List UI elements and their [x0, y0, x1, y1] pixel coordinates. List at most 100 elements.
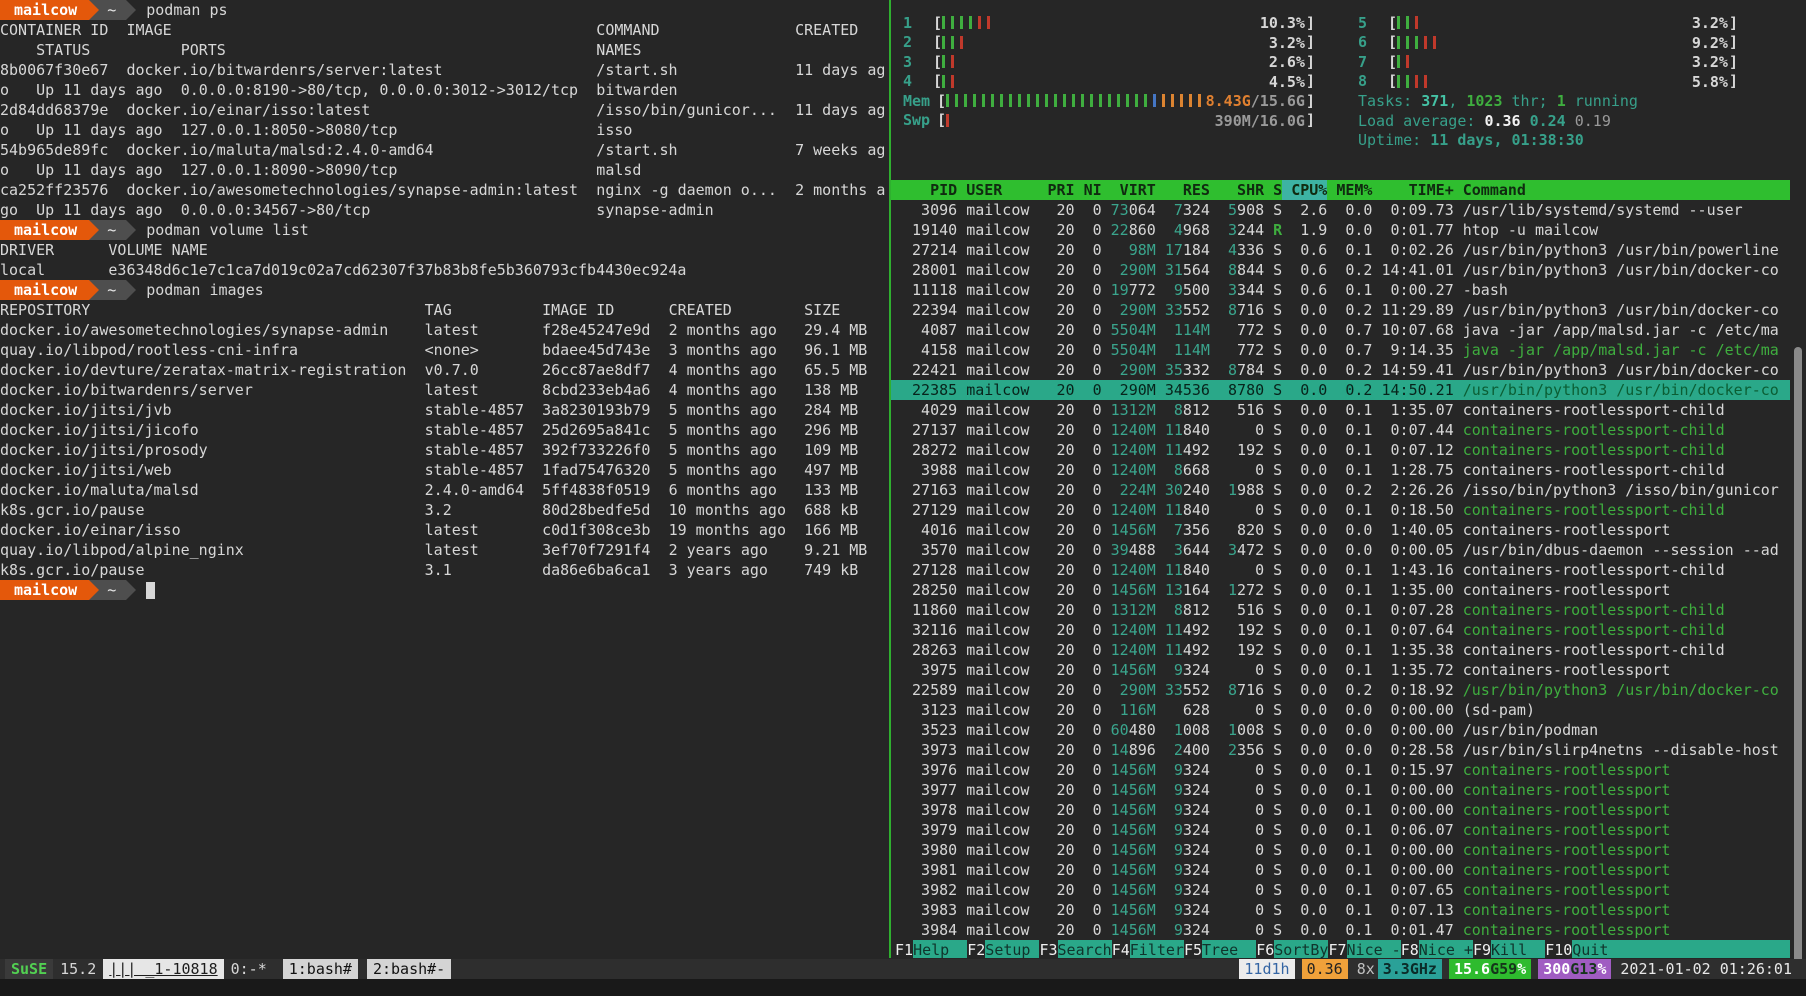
fkey-f7[interactable]: F7Nice -	[1328, 940, 1400, 958]
process-row[interactable]: 22589mailcow200290M335528716S0.00.20:18.…	[891, 680, 1790, 700]
cpu-meter-value: 10.3%	[1260, 13, 1305, 33]
process-row[interactable]: 3523mailcow2006048010081008S0.00.00:00.0…	[891, 720, 1790, 740]
process-row[interactable]: 28001mailcow200290M315648844S0.60.214:41…	[891, 260, 1790, 280]
process-row[interactable]: 3978mailcow2001456M93240S0.00.10:00.00co…	[891, 800, 1790, 820]
terminal-text: quay.io/libpod/alpine_nginx	[0, 540, 244, 560]
swap-meter-label: Swp	[903, 110, 937, 130]
terminal-text: docker.io/jitsi/jvb	[0, 400, 172, 420]
fkey-f10[interactable]: F10Quit	[1545, 940, 1626, 958]
process-row[interactable]: 27128mailcow2001240M118400S0.00.11:43.16…	[891, 560, 1790, 580]
meter-bar-segment	[960, 36, 963, 49]
process-row[interactable]: 28272mailcow2001240M11492192S0.00.10:07.…	[891, 440, 1790, 460]
terminal-pane[interactable]: mailcow~podman psCONTAINER IDIMAGECOMMAN…	[0, 0, 888, 958]
fkey-f6[interactable]: F6SortBy	[1256, 940, 1328, 958]
process-row[interactable]: 27163mailcow200224M302401988S0.00.22:26.…	[891, 480, 1790, 500]
terminal-text: Up 11 days ago	[36, 120, 162, 140]
prompt-path-segment: ~	[99, 280, 126, 300]
column-header-virt[interactable]: VIRT	[1102, 180, 1156, 200]
column-header-s[interactable]: S	[1264, 180, 1282, 200]
process-row[interactable]: 3096mailcow2007306473245908S2.60.00:09.7…	[891, 200, 1790, 220]
process-row[interactable]: 3977mailcow2001456M93240S0.00.10:00.00co…	[891, 780, 1790, 800]
process-row[interactable]: 3983mailcow2001456M93240S0.00.10:07.13co…	[891, 900, 1790, 920]
process-row[interactable]: 4016mailcow2001456M7356820S0.00.01:40.05…	[891, 520, 1790, 540]
column-header-ni[interactable]: NI	[1075, 180, 1102, 200]
fkey-f2[interactable]: F2Setup	[967, 940, 1039, 958]
cpu-meter-8: 8[5.8%]	[1358, 72, 1738, 92]
process-row[interactable]: 3976mailcow2001456M93240S0.00.10:15.97co…	[891, 760, 1790, 780]
process-row[interactable]: 22385mailcow200290M345368780S0.00.214:50…	[891, 380, 1790, 400]
column-header-user[interactable]: USER	[957, 180, 1038, 200]
process-row[interactable]: 3570mailcow2003948836443472S0.00.00:00.0…	[891, 540, 1790, 560]
process-row[interactable]: 22394mailcow200290M335528716S0.00.211:29…	[891, 300, 1790, 320]
column-header-pri[interactable]: PRI	[1038, 180, 1074, 200]
terminal-text: /start.sh	[596, 60, 677, 80]
column-header-cpu[interactable]: CPU%	[1282, 180, 1327, 200]
terminal-text: /isso/bin/gunicor...	[596, 100, 777, 120]
column-header-command[interactable]: Command	[1454, 180, 1790, 200]
process-row[interactable]: 3975mailcow2001456M93240S0.00.11:35.72co…	[891, 660, 1790, 680]
meter-bar-segment	[946, 94, 949, 107]
htop-pane[interactable]: 1[10.3%]2[3.2%]3[2.6%]4[4.5%]Mem[8.43G/1…	[891, 0, 1790, 958]
process-row[interactable]: 4158mailcow2005504M114M772S0.00.79:14.35…	[891, 340, 1790, 360]
process-row[interactable]: 3973mailcow2001489624002356S0.00.00:28.5…	[891, 740, 1790, 760]
process-row[interactable]: 3980mailcow2001456M93240S0.00.10:00.00co…	[891, 840, 1790, 860]
process-row[interactable]: 28263mailcow2001240M11492192S0.00.11:35.…	[891, 640, 1790, 660]
fkey-number: F5	[1184, 940, 1202, 958]
process-row[interactable]: 32116mailcow2001240M11492192S0.00.10:07.…	[891, 620, 1790, 640]
process-row[interactable]: 3123mailcow200116M6280S0.00.00:00.00(sd-…	[891, 700, 1790, 720]
meter-bar-segment	[982, 94, 985, 107]
process-row[interactable]: 19140mailcow2002286049683244R1.90.00:01.…	[891, 220, 1790, 240]
process-row[interactable]: 11860mailcow2001312M8812516S0.00.10:07.2…	[891, 600, 1790, 620]
terminal-text: k8s.gcr.io/pause	[0, 560, 145, 580]
fkey-f4[interactable]: F4Filter	[1112, 940, 1184, 958]
fkey-f9[interactable]: F9Kill	[1473, 940, 1545, 958]
terminal-text: 3.2	[425, 500, 452, 520]
terminal-text: 497 MB	[804, 460, 858, 480]
text-cursor[interactable]	[146, 582, 155, 599]
terminal-text: SIZE	[804, 300, 840, 320]
column-header-shr[interactable]: SHR	[1210, 180, 1264, 200]
column-header-time[interactable]: TIME+	[1372, 180, 1453, 200]
cpu-meter-bar: 5.8%	[1397, 72, 1729, 92]
column-header-res[interactable]: RES	[1156, 180, 1210, 200]
fkey-f3[interactable]: F3Search	[1039, 940, 1111, 958]
terminal-text: docker.io/jitsi/prosody	[0, 440, 208, 460]
tmux-window-tab[interactable]: 1:bash#	[283, 959, 358, 979]
fkey-number: F8	[1401, 940, 1419, 958]
terminal-line: docker.io/bitwardenrs/serverlatest8cbd23…	[0, 380, 888, 400]
process-row[interactable]: 27137mailcow2001240M118400S0.00.10:07.44…	[891, 420, 1790, 440]
process-row[interactable]: 11118mailcow2001977295003344S0.60.10:00.…	[891, 280, 1790, 300]
column-header-pid[interactable]: PID	[903, 180, 957, 200]
process-row[interactable]: 28250mailcow2001456M131641272S0.00.11:35…	[891, 580, 1790, 600]
scrollbar[interactable]	[1794, 347, 1802, 977]
process-row[interactable]: 27214mailcow20098M171844336S0.60.10:02.2…	[891, 240, 1790, 260]
terminal-text: 9.21 MB	[804, 540, 867, 560]
fkey-f1[interactable]: F1Help	[895, 940, 967, 958]
column-header-mem[interactable]: MEM%	[1327, 180, 1372, 200]
meter-bar-segment	[1063, 94, 1066, 107]
process-table-header[interactable]: PIDUSERPRINIVIRTRESSHRSCPU%MEM%TIME+Comm…	[891, 180, 1790, 200]
prompt-user-segment: mailcow	[0, 280, 89, 300]
process-row[interactable]: 3984mailcow2001456M93240S0.00.10:01.47co…	[891, 920, 1790, 940]
process-row[interactable]: 3979mailcow2001456M93240S0.00.10:06.07co…	[891, 820, 1790, 840]
process-row[interactable]: 27129mailcow2001240M118400S0.00.10:18.50…	[891, 500, 1790, 520]
process-row[interactable]: 4087mailcow2005504M114M772S0.00.710:07.6…	[891, 320, 1790, 340]
prompt-line: mailcow~podman volume list	[0, 220, 888, 240]
fkey-f8[interactable]: F8Nice +	[1401, 940, 1473, 958]
meter-bar-segment	[1018, 94, 1021, 107]
powerline-arrow-icon	[89, 280, 99, 300]
process-row[interactable]: 3982mailcow2001456M93240S0.00.10:07.65co…	[891, 880, 1790, 900]
terminal-text: 0.0.0.0:34567->80/tcp	[181, 200, 371, 220]
powerline-arrow-icon	[89, 0, 99, 20]
fkey-f5[interactable]: F5Tree	[1184, 940, 1256, 958]
tmux-window-tab[interactable]: 2:bash#-	[367, 959, 451, 979]
process-row[interactable]: 4029mailcow2001312M8812516S0.00.11:35.07…	[891, 400, 1790, 420]
cpu-meter-bar: 9.2%	[1397, 33, 1729, 53]
process-row[interactable]: 22421mailcow200290M353328784S0.00.214:59…	[891, 360, 1790, 380]
terminal-line: docker.io/jitsi/jvbstable-48573a8230193b…	[0, 400, 888, 420]
fkey-label: Nice -	[1347, 940, 1401, 958]
cpu-meter-bar: 2.6%	[942, 52, 1306, 72]
process-row[interactable]: 3988mailcow2001240M86680S0.00.11:28.75co…	[891, 460, 1790, 480]
terminal-line: docker.io/einar/issolatestc0d1f308ce3b19…	[0, 520, 888, 540]
process-row[interactable]: 3981mailcow2001456M93240S0.00.10:00.00co…	[891, 860, 1790, 880]
